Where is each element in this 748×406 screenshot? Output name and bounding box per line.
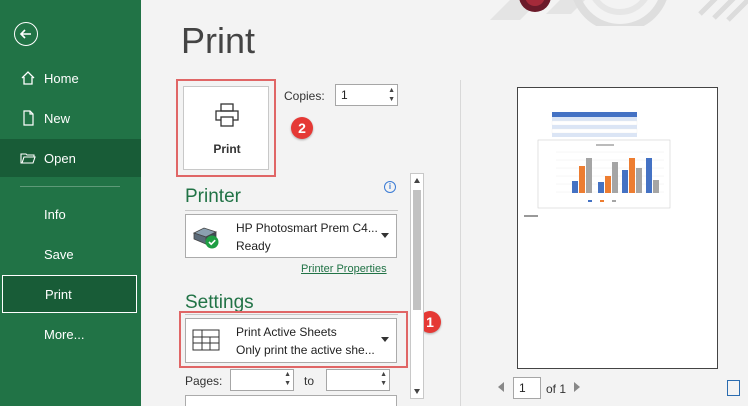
print-button-highlight: Print	[176, 79, 276, 177]
step-badge-2: 2	[291, 117, 313, 139]
copies-stepper[interactable]: 1 ▲ ▼	[335, 84, 398, 106]
printer-dropdown[interactable]: HP Photosmart Prem C4... Ready	[185, 214, 397, 258]
header-decoration	[470, 0, 748, 26]
print-button[interactable]: Print	[183, 86, 269, 170]
settings-scrollbar[interactable]	[410, 173, 424, 399]
chevron-down-icon	[381, 233, 389, 238]
printer-status: Ready	[236, 239, 271, 253]
sidebar-item-info[interactable]: Info	[0, 195, 141, 233]
print-preview-page	[517, 87, 718, 369]
sidebar-item-label: Open	[44, 150, 76, 166]
sheet-grid-icon	[192, 329, 220, 351]
pages-to-input[interactable]: ▲ ▼	[326, 369, 390, 391]
scroll-up-icon[interactable]	[414, 178, 420, 183]
sidebar-item-label: More...	[44, 326, 85, 342]
home-icon	[20, 70, 36, 86]
back-arrow-icon[interactable]	[14, 22, 38, 46]
previous-page-icon[interactable]	[498, 382, 504, 392]
page-number-value: 1	[519, 381, 526, 395]
print-button-label: Print	[213, 142, 241, 156]
spin-arrows-icon[interactable]: ▲ ▼	[284, 370, 291, 388]
spin-arrows-icon[interactable]: ▲ ▼	[388, 86, 395, 104]
sidebar-item-label: Home	[44, 70, 79, 86]
sidebar-item-open[interactable]: Open	[0, 139, 141, 177]
sidebar-item-label: Info	[44, 206, 66, 222]
next-page-icon[interactable]	[574, 382, 580, 392]
page-title: Print	[181, 20, 256, 61]
new-document-icon	[20, 110, 36, 126]
preview-divider	[460, 80, 461, 406]
pages-from-input[interactable]: ▲ ▼	[230, 369, 294, 391]
copies-value: 1	[341, 88, 348, 102]
pages-label: Pages:	[185, 374, 223, 388]
sidebar-item-print[interactable]: Print	[2, 275, 137, 313]
next-setting-dropdown[interactable]	[185, 395, 397, 406]
page-count-label: of 1	[546, 382, 567, 396]
print-option-description: Only print the active she...	[236, 343, 375, 357]
scroll-down-icon[interactable]	[414, 389, 420, 394]
page-number-input[interactable]: 1	[513, 377, 541, 399]
printer-icon	[215, 103, 239, 127]
open-folder-icon	[20, 150, 36, 166]
sidebar-divider	[20, 186, 120, 187]
sidebar-item-label: New	[44, 110, 71, 126]
printer-ready-icon	[192, 227, 219, 249]
chevron-down-icon	[381, 337, 389, 342]
copies-label: Copies:	[284, 89, 325, 103]
print-what-dropdown[interactable]: Print Active Sheets Only print the activ…	[185, 318, 397, 363]
sidebar-item-label: Print	[45, 286, 72, 302]
scrollbar-thumb[interactable]	[413, 190, 421, 310]
print-option-title: Print Active Sheets	[236, 325, 337, 339]
backstage-sidebar: Home New Open Info Save Print More...	[0, 0, 141, 406]
printer-heading: Printer	[185, 186, 241, 207]
info-icon[interactable]: i	[384, 181, 396, 193]
sidebar-item-home[interactable]: Home	[0, 59, 141, 97]
preview-thumbnail	[524, 112, 671, 217]
pages-to-label: to	[304, 374, 315, 388]
sidebar-item-new[interactable]: New	[0, 99, 141, 137]
sidebar-item-more[interactable]: More...	[0, 315, 141, 353]
sidebar-item-label: Save	[44, 246, 74, 262]
printer-properties-link[interactable]: Printer Properties	[301, 263, 387, 275]
sidebar-item-save[interactable]: Save	[0, 235, 141, 273]
printer-divider	[185, 210, 398, 211]
spin-arrows-icon[interactable]: ▲ ▼	[380, 370, 387, 388]
show-margins-icon[interactable]	[727, 380, 740, 396]
printer-name: HP Photosmart Prem C4...	[236, 221, 378, 235]
